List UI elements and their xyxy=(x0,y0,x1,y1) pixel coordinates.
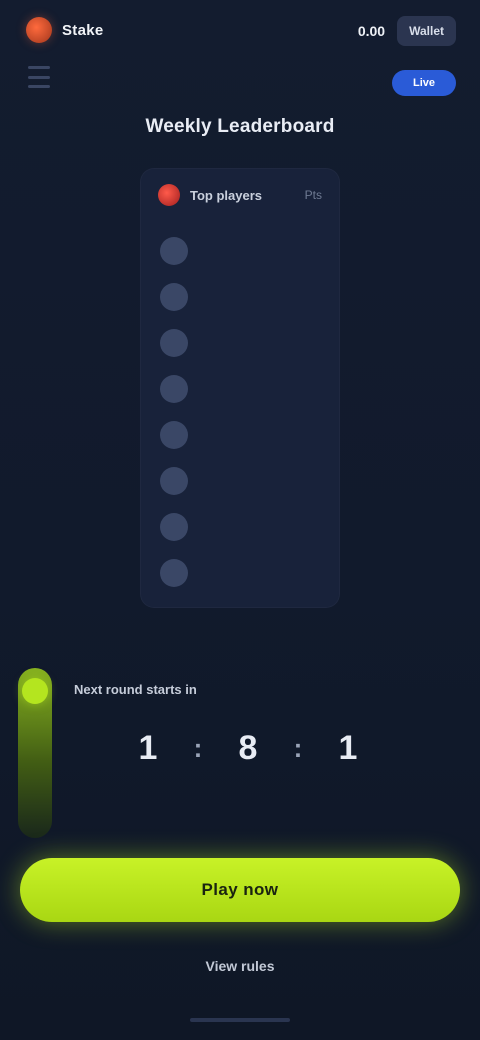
list-item[interactable] xyxy=(154,366,326,412)
live-pill-button[interactable]: Live xyxy=(392,70,456,96)
timer-minutes: 1 xyxy=(318,728,378,768)
menu-icon[interactable] xyxy=(28,66,50,88)
top-actions: 0.00 Wallet xyxy=(358,16,456,46)
avatar xyxy=(160,513,188,541)
list-item[interactable] xyxy=(154,458,326,504)
list-item[interactable] xyxy=(154,274,326,320)
list-item[interactable] xyxy=(154,504,326,550)
list-item[interactable] xyxy=(154,228,326,274)
app-screen: Stake 0.00 Wallet Live Weekly Leaderboar… xyxy=(0,0,480,1040)
leaderboard-header-label: Top players xyxy=(190,187,263,203)
leaderboard-list xyxy=(154,228,326,596)
timer-minutes-value: 1 xyxy=(338,729,358,767)
brand[interactable]: Stake xyxy=(26,16,104,44)
leaderboard-header-count: Pts xyxy=(304,188,322,202)
list-item[interactable] xyxy=(154,550,326,596)
avatar xyxy=(160,375,188,403)
home-indicator xyxy=(190,1018,290,1022)
brand-name: Stake xyxy=(62,21,104,39)
avatar xyxy=(160,467,188,495)
status-dot-icon xyxy=(22,678,48,704)
avatar xyxy=(160,283,188,311)
brand-logo-icon xyxy=(26,17,52,43)
timer-hours: 8 xyxy=(218,728,278,768)
avatar xyxy=(160,421,188,449)
balance-value: 0.00 xyxy=(357,23,386,39)
view-rules-link[interactable]: View rules xyxy=(0,958,480,974)
leaderboard-header: Top players Pts xyxy=(158,182,322,208)
list-item[interactable] xyxy=(154,412,326,458)
timer-days-value: 1 xyxy=(138,729,158,767)
page-title: Weekly Leaderboard xyxy=(145,116,335,137)
flag-icon xyxy=(158,184,180,206)
avatar xyxy=(160,237,188,265)
countdown-timer: 1 : 8 : 1 xyxy=(118,720,378,776)
leaderboard-card: Top players Pts xyxy=(140,168,340,608)
avatar xyxy=(160,329,188,357)
timer-separator: : xyxy=(293,732,303,763)
wallet-button[interactable]: Wallet xyxy=(397,16,456,46)
timer-separator: : xyxy=(193,732,203,763)
timer-hours-value: 8 xyxy=(238,729,258,767)
avatar xyxy=(160,559,188,587)
timer-days: 1 xyxy=(118,728,178,768)
countdown-title: Next round starts in xyxy=(74,682,197,697)
top-bar: Stake 0.00 Wallet Live xyxy=(0,0,480,96)
play-now-button[interactable]: Play now xyxy=(20,858,460,922)
list-item[interactable] xyxy=(154,320,326,366)
